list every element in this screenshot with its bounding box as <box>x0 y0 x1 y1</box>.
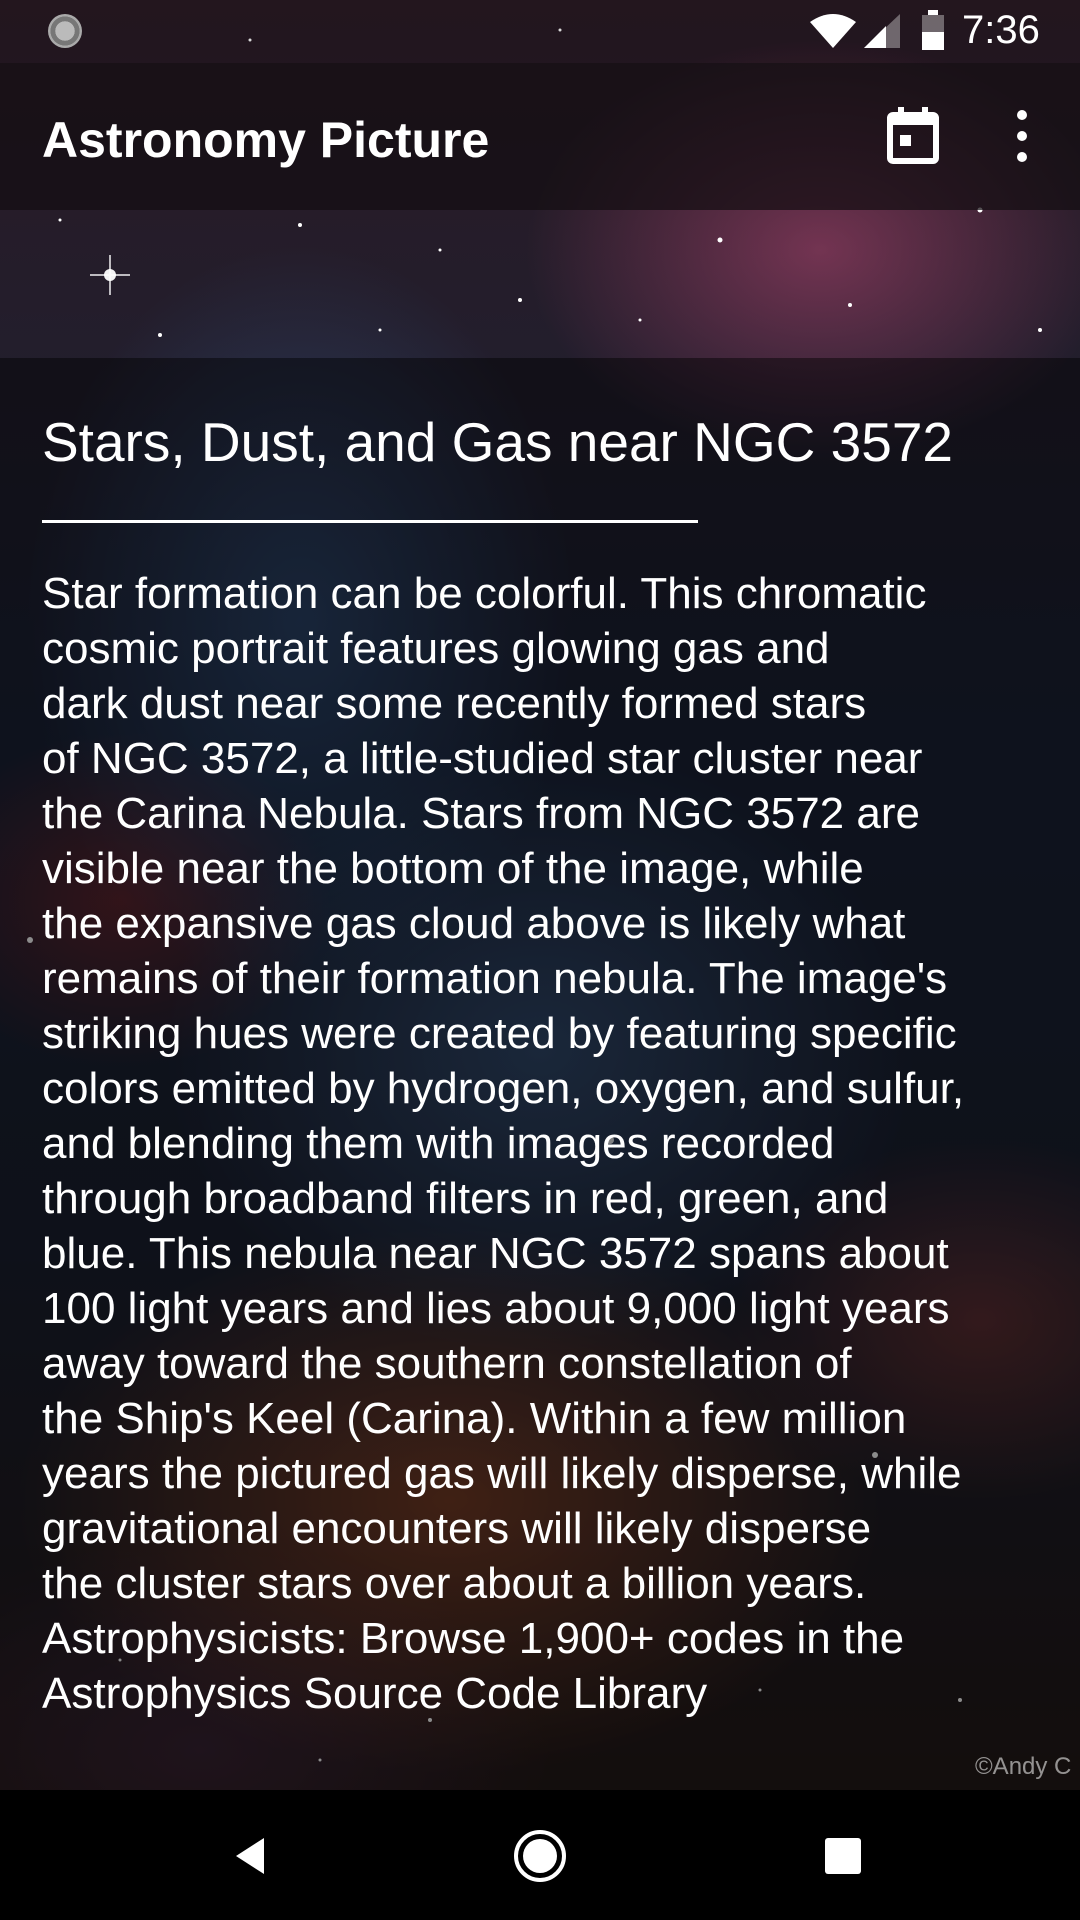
home-button[interactable] <box>510 1826 570 1886</box>
back-icon <box>236 1838 264 1874</box>
app-title: Astronomy Picture <box>42 112 490 168</box>
navigation-bar <box>0 1790 1080 1920</box>
sync-icon <box>48 14 82 48</box>
home-icon <box>514 1830 566 1882</box>
app-screen: 7:36 Astronomy Picture Stars, Dust, and … <box>0 0 1080 1920</box>
more-options-button[interactable] <box>1000 101 1044 171</box>
wifi-icon <box>810 14 856 48</box>
article-title: Stars, Dust, and Gas near NGC 3572 <box>42 411 953 473</box>
calendar-button[interactable] <box>878 101 948 171</box>
recents-button[interactable] <box>817 1830 869 1882</box>
battery-icon <box>922 10 944 50</box>
image-credit: ©Andy C <box>975 1753 1072 1780</box>
article-description: Star formation can be colorful. This chr… <box>42 569 965 1718</box>
title-divider <box>42 520 698 523</box>
status-time: 7:36 <box>962 8 1040 52</box>
article-panel: Stars, Dust, and Gas near NGC 3572 Star … <box>0 358 1080 1790</box>
cellular-signal-icon <box>864 14 900 48</box>
back-button[interactable] <box>222 1828 278 1884</box>
recents-icon <box>825 1838 861 1874</box>
calendar-icon <box>887 107 939 164</box>
status-bar: 7:36 <box>0 0 1080 63</box>
more-vert-icon <box>1017 110 1027 162</box>
app-toolbar: Astronomy Picture <box>0 63 1080 210</box>
